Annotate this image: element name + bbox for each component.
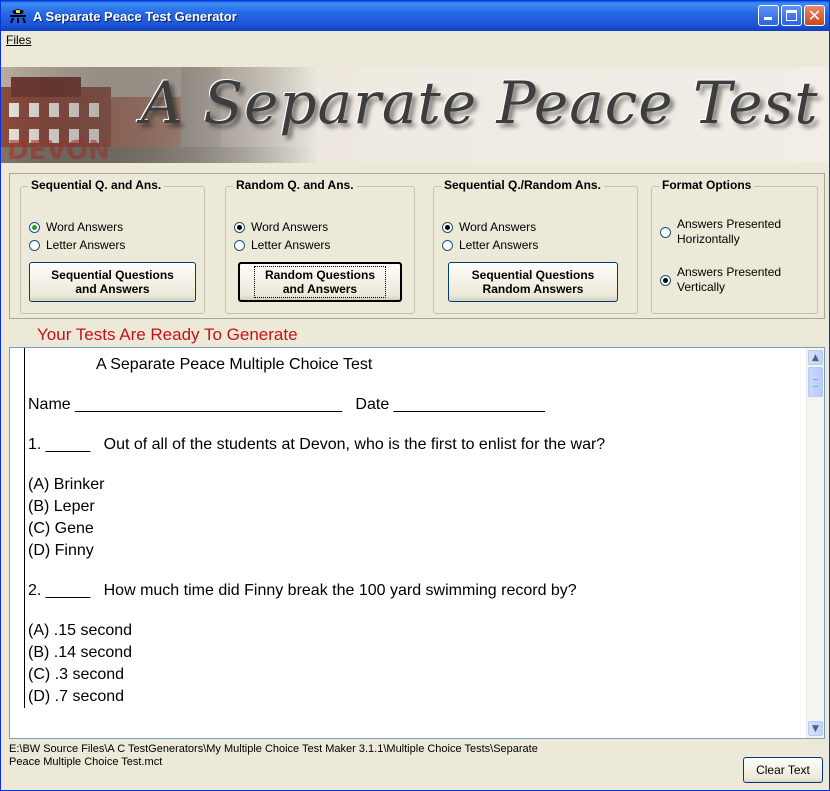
group-sequential-random: Sequential Q./Random Ans. Word Answers L… [433,178,638,314]
seq-word-answers-radio[interactable]: Word Answers [29,220,123,234]
group-random-title: Random Q. and Ans. [233,178,357,192]
clear-text-button[interactable]: Clear Text [743,757,823,783]
answer-option: (D) Finny [28,542,94,559]
seqrand-letter-answers-radio[interactable]: Letter Answers [442,238,538,252]
question-1: 1. _____ Out of all of the students at D… [28,436,606,453]
answer-option: (C) Gene [28,520,94,537]
file-path-line1: E:\BW Source Files\A C TestGenerators\My… [9,743,538,755]
vertical-format-radio[interactable]: Answers Presented Vertically [660,265,781,295]
scroll-down-icon[interactable]: ▼ [808,721,823,736]
sequential-questions-button[interactable]: Sequential Questions and Answers [29,262,196,302]
status-message: Your Tests Are Ready To Generate [37,325,298,344]
maximize-button[interactable] [781,5,802,26]
radio-label: Letter Answers [251,238,331,252]
answer-option: (A) .15 second [28,622,133,639]
radio-icon [234,239,245,251]
group-seq-random-title: Sequential Q./Random Ans. [441,178,604,192]
app-icon [9,8,27,24]
group-format-options: Format Options Answers Presented Horizon… [651,178,818,314]
horizontal-format-radio[interactable]: Answers Presented Horizontally [660,217,781,247]
scroll-thumb[interactable] [808,367,823,397]
group-sequential: Sequential Q. and Ans. Word Answers Lett… [20,178,205,314]
radio-label-line1: Answers Presented [677,265,782,279]
close-icon: ✕ [807,6,822,25]
scroll-up-icon[interactable]: ▲ [808,350,823,365]
menu-files[interactable]: Files [6,33,31,47]
menu-bar: Files [1,31,829,49]
radio-icon [442,239,453,251]
file-path-line2: Peace Multiple Choice Test.mct [9,756,163,768]
answer-option: (B) .14 second [28,644,133,661]
radio-icon [442,221,453,233]
title-bar[interactable]: A Separate Peace Test Generator ✕ [1,1,829,31]
button-label-line1: Random Questions [264,268,375,282]
radio-icon [660,274,671,286]
random-letter-answers-radio[interactable]: Letter Answers [234,238,330,252]
button-label-line1: Sequential Questions [471,268,595,282]
name-date-line: Name ______________________________ Date… [28,396,545,413]
button-label-line2: Random Answers [482,282,584,296]
random-word-answers-radio[interactable]: Word Answers [234,220,328,234]
minimize-button[interactable] [758,5,779,26]
radio-icon [234,221,245,233]
seq-letter-answers-radio[interactable]: Letter Answers [29,238,125,252]
group-format-title: Format Options [659,178,755,192]
window-controls: ✕ [758,5,825,26]
window-title: A Separate Peace Test Generator [33,8,237,24]
file-path: E:\BW Source Files\A C TestGenerators\My… [9,743,709,769]
radio-label: Letter Answers [46,238,126,252]
answer-option: (B) Leper [28,498,95,515]
radio-label-line2: Horizontally [677,232,740,246]
radio-label-line1: Answers Presented [677,217,782,231]
radio-label: Letter Answers [459,238,539,252]
radio-label-line2: Vertically [677,280,726,294]
banner-title: A Separate Peace Test Generator [141,69,829,137]
radio-icon [29,239,40,251]
answer-option: (D) .7 second [28,688,125,705]
options-panel: Sequential Q. and Ans. Word Answers Lett… [9,173,825,319]
radio-label: Word Answers [459,220,537,234]
minimize-icon [764,17,772,20]
radio-icon [29,221,40,233]
answer-option: (C) .3 second [28,666,125,683]
answer-option: (A) Brinker [28,476,105,493]
maximize-icon [786,10,797,21]
question-2: 2. _____ How much time did Finny break t… [28,582,577,599]
radio-label: Word Answers [46,220,124,234]
menu-files-label: Files [6,33,32,47]
seqrand-word-answers-radio[interactable]: Word Answers [442,220,536,234]
button-label-line2: and Answers [282,282,358,296]
app-window: A Separate Peace Test Generator ✕ Files [0,0,830,791]
close-button[interactable]: ✕ [804,5,825,26]
banner: DEVON A Separate Peace Test Generator [1,67,829,163]
random-questions-button[interactable]: Random Questions and Answers [238,262,402,302]
radio-icon [660,226,671,238]
test-output-textarea[interactable]: A Separate Peace Multiple Choice Test Na… [9,347,825,739]
button-label-line1: Sequential Questions [51,268,174,282]
button-label-line2: and Answers [75,282,150,296]
vertical-scrollbar[interactable]: ▲ ▼ [806,348,824,738]
sequential-random-button[interactable]: Sequential Questions Random Answers [448,262,618,302]
group-random: Random Q. and Ans. Word Answers Letter A… [225,178,415,314]
group-sequential-title: Sequential Q. and Ans. [28,178,165,192]
radio-label: Word Answers [251,220,329,234]
test-document: A Separate Peace Multiple Choice Test Na… [24,348,814,708]
document-heading: A Separate Peace Multiple Choice Test [96,356,373,373]
